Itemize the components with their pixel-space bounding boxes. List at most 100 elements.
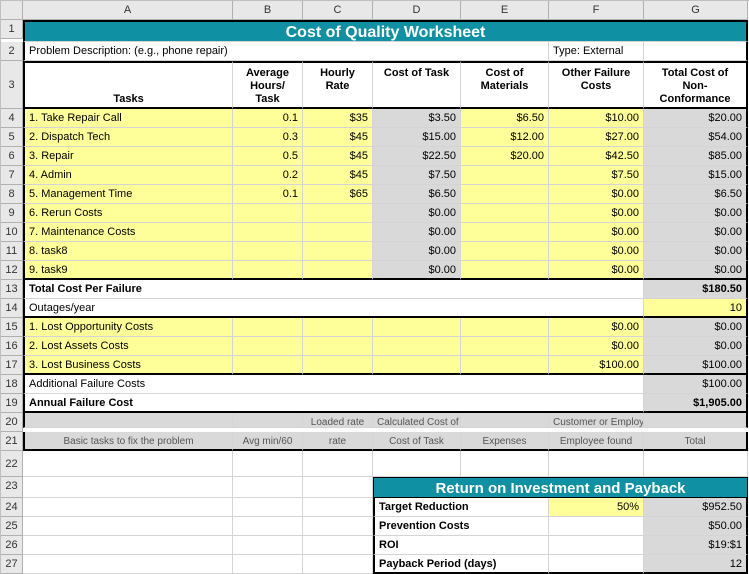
r22-0[interactable]	[23, 451, 233, 477]
r24-b[interactable]	[233, 498, 303, 517]
row-header-23[interactable]: 23	[1, 477, 23, 498]
col-header-E[interactable]: E	[461, 1, 549, 20]
task-rate-7[interactable]: $45	[303, 166, 373, 185]
row-header-2[interactable]: 2	[1, 42, 23, 61]
task-costmat-5[interactable]: $12.00	[461, 128, 549, 147]
r24-c[interactable]	[303, 498, 373, 517]
row-header-6[interactable]: 6	[1, 147, 23, 166]
row-header-26[interactable]: 26	[1, 536, 23, 555]
row-header-13[interactable]: 13	[1, 280, 23, 299]
lost-d-16[interactable]	[373, 337, 461, 356]
lost-c-16[interactable]	[303, 337, 373, 356]
r27-a[interactable]	[23, 555, 233, 574]
task-name-6[interactable]: 3. Repair	[23, 147, 233, 166]
task-costmat-11[interactable]	[461, 242, 549, 261]
row-header-24[interactable]: 24	[1, 498, 23, 517]
task-hours-12[interactable]	[233, 261, 303, 280]
task-name-5[interactable]: 2. Dispatch Tech	[23, 128, 233, 147]
r22-4[interactable]	[461, 451, 549, 477]
row-header-9[interactable]: 9	[1, 204, 23, 223]
row-header-11[interactable]: 11	[1, 242, 23, 261]
task-rate-10[interactable]	[303, 223, 373, 242]
lost-c-15[interactable]	[303, 318, 373, 337]
task-costmat-6[interactable]: $20.00	[461, 147, 549, 166]
task-name-10[interactable]: 7. Maintenance Costs	[23, 223, 233, 242]
lost-b-17[interactable]	[233, 356, 303, 375]
lost-f-16[interactable]: $0.00	[549, 337, 644, 356]
row-header-4[interactable]: 4	[1, 109, 23, 128]
task-costmat-8[interactable]	[461, 185, 549, 204]
task-rate-4[interactable]: $35	[303, 109, 373, 128]
row-header-8[interactable]: 8	[1, 185, 23, 204]
roi-f-24[interactable]: 50%	[549, 498, 644, 517]
task-rate-9[interactable]	[303, 204, 373, 223]
r27-c[interactable]	[303, 555, 373, 574]
task-otherfail-10[interactable]: $0.00	[549, 223, 644, 242]
task-hours-9[interactable]	[233, 204, 303, 223]
task-hours-6[interactable]: 0.5	[233, 147, 303, 166]
task-name-9[interactable]: 6. Rerun Costs	[23, 204, 233, 223]
row-header-25[interactable]: 25	[1, 517, 23, 536]
row-header-15[interactable]: 15	[1, 318, 23, 337]
task-hours-11[interactable]	[233, 242, 303, 261]
task-hours-5[interactable]: 0.3	[233, 128, 303, 147]
col-header-F[interactable]: F	[549, 1, 644, 20]
row-header-21[interactable]: 21	[1, 432, 23, 451]
r23-0[interactable]	[23, 477, 233, 498]
lost-d-17[interactable]	[373, 356, 461, 375]
row-header-5[interactable]: 5	[1, 128, 23, 147]
task-otherfail-8[interactable]: $0.00	[549, 185, 644, 204]
task-otherfail-12[interactable]: $0.00	[549, 261, 644, 280]
task-hours-4[interactable]: 0.1	[233, 109, 303, 128]
task-rate-11[interactable]	[303, 242, 373, 261]
task-otherfail-5[interactable]: $27.00	[549, 128, 644, 147]
lost-name-17[interactable]: 3. Lost Business Costs	[23, 356, 233, 375]
task-hours-7[interactable]: 0.2	[233, 166, 303, 185]
lost-e-17[interactable]	[461, 356, 549, 375]
row-header-3[interactable]: 3	[1, 61, 23, 109]
task-name-7[interactable]: 4. Admin	[23, 166, 233, 185]
r27-b[interactable]	[233, 555, 303, 574]
task-otherfail-9[interactable]: $0.00	[549, 204, 644, 223]
row-header-20[interactable]: 20	[1, 413, 23, 432]
task-costmat-12[interactable]	[461, 261, 549, 280]
task-rate-5[interactable]: $45	[303, 128, 373, 147]
col-header-G[interactable]: G	[644, 1, 748, 20]
col-header-D[interactable]: D	[373, 1, 461, 20]
task-name-8[interactable]: 5. Management Time	[23, 185, 233, 204]
r25-c[interactable]	[303, 517, 373, 536]
type-empty[interactable]	[644, 42, 748, 61]
lost-e-15[interactable]	[461, 318, 549, 337]
lost-name-16[interactable]: 2. Lost Assets Costs	[23, 337, 233, 356]
task-otherfail-4[interactable]: $10.00	[549, 109, 644, 128]
row-header-19[interactable]: 19	[1, 394, 23, 413]
row-header-10[interactable]: 10	[1, 223, 23, 242]
r26-a[interactable]	[23, 536, 233, 555]
task-name-4[interactable]: 1. Take Repair Call	[23, 109, 233, 128]
task-costmat-7[interactable]	[461, 166, 549, 185]
r22-1[interactable]	[233, 451, 303, 477]
r24-a[interactable]	[23, 498, 233, 517]
task-otherfail-7[interactable]: $7.50	[549, 166, 644, 185]
task-name-12[interactable]: 9. task9	[23, 261, 233, 280]
lost-b-16[interactable]	[233, 337, 303, 356]
lost-d-15[interactable]	[373, 318, 461, 337]
row-header-27[interactable]: 27	[1, 555, 23, 574]
task-rate-6[interactable]: $45	[303, 147, 373, 166]
outages-value[interactable]: 10	[644, 299, 748, 318]
task-rate-12[interactable]	[303, 261, 373, 280]
r26-c[interactable]	[303, 536, 373, 555]
row-header-18[interactable]: 18	[1, 375, 23, 394]
task-hours-10[interactable]	[233, 223, 303, 242]
problem-description[interactable]: Problem Description: (e.g., phone repair…	[23, 42, 549, 61]
lost-f-17[interactable]: $100.00	[549, 356, 644, 375]
r25-a[interactable]	[23, 517, 233, 536]
row-header-1[interactable]: 1	[1, 20, 23, 39]
col-header-B[interactable]: B	[233, 1, 303, 20]
row-header-16[interactable]: 16	[1, 337, 23, 356]
row-header-12[interactable]: 12	[1, 261, 23, 280]
r22-3[interactable]	[373, 451, 461, 477]
task-costmat-10[interactable]	[461, 223, 549, 242]
row-header-7[interactable]: 7	[1, 166, 23, 185]
task-costmat-9[interactable]	[461, 204, 549, 223]
